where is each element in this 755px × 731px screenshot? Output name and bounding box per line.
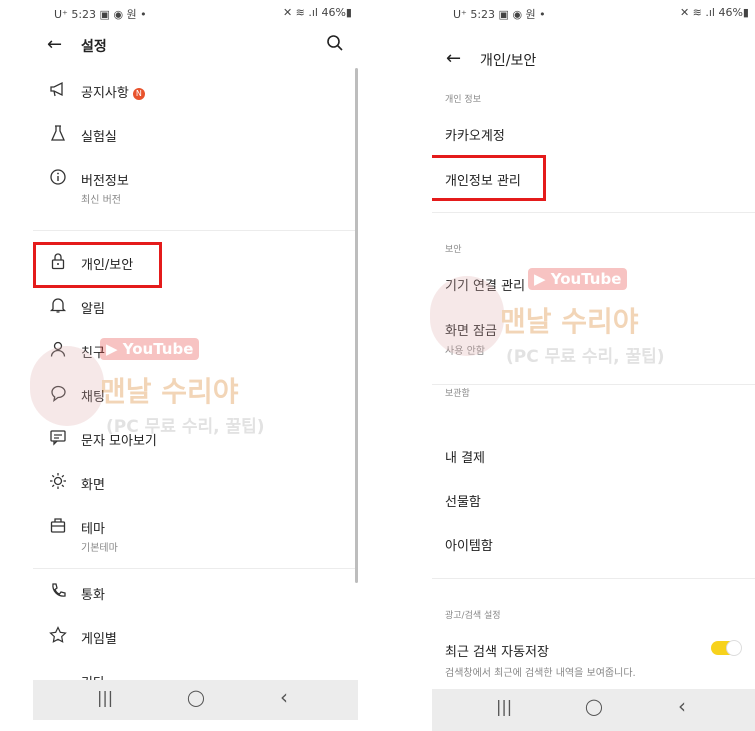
nav-back-button[interactable]: ‹	[280, 685, 288, 709]
menu-item-label: 통화	[81, 588, 105, 603]
section-security: 보안	[445, 245, 462, 255]
section-personal: 개인 정보	[445, 95, 481, 105]
back-arrow-icon[interactable]: ←	[47, 34, 62, 55]
menu-item-version[interactable]: 버전정보 최신 버전	[33, 160, 358, 210]
status-right: ✕ ≋ .ıl 46%▮	[282, 6, 352, 19]
menu-item-games[interactable]: 게임별	[33, 618, 358, 658]
status-left: U⁺ 5:23 ▣ ◉ 원 •	[453, 8, 546, 21]
status-bar: U⁺ 5:23 ▣ ◉ 원 • ✕ ≋ .ıl 46%▮	[33, 6, 358, 24]
divider	[432, 212, 755, 213]
page-title: 설정	[81, 39, 107, 55]
my-payment-item[interactable]: 내 결제	[445, 447, 485, 466]
menu-item-sublabel: 최신 버전	[81, 195, 121, 206]
menu-item-messages[interactable]: 문자 모아보기	[33, 420, 358, 460]
status-left: U⁺ 5:23 ▣ ◉ 원 •	[54, 8, 147, 21]
screen-lock-item[interactable]: 화면 잠금	[445, 320, 497, 339]
status-right: ✕ ≋ .ıl 46%▮	[679, 6, 749, 19]
divider	[432, 578, 755, 579]
menu-item-chat[interactable]: 채팅	[33, 376, 358, 416]
menu-item-label: 실험실	[81, 130, 117, 145]
scrollbar[interactable]	[355, 68, 358, 583]
section-storage: 보관함	[445, 389, 470, 399]
device-manage-item[interactable]: 기기 연결 관리	[445, 275, 525, 294]
item-box-item[interactable]: 아이템함	[445, 535, 493, 554]
menu-item-call[interactable]: 통화	[33, 574, 358, 614]
bell-icon	[47, 296, 69, 318]
status-bar: U⁺ 5:23 ▣ ◉ 원 • ✕ ≋ .ıl 46%▮	[432, 6, 755, 24]
page-title: 개인/보안	[480, 53, 537, 69]
chat-icon	[47, 384, 69, 406]
menu-item-label: 화면	[81, 478, 105, 493]
theme-icon	[47, 516, 69, 538]
person-icon	[47, 340, 69, 362]
menu-item-friends[interactable]: 친구	[33, 332, 358, 372]
header: ← 개인/보안	[432, 44, 755, 76]
privacy-security-panel: U⁺ 5:23 ▣ ◉ 원 • ✕ ≋ .ıl 46%▮ ← 개인/보안 개인 …	[432, 0, 755, 731]
menu-item-label: 테마	[81, 522, 105, 537]
auto-save-toggle[interactable]	[711, 640, 742, 656]
home-button[interactable]: ◯	[585, 697, 603, 716]
recent-apps-button[interactable]: |||	[97, 688, 113, 707]
sun-icon	[47, 472, 69, 494]
message-icon	[47, 428, 69, 450]
menu-item-label: 알림	[81, 302, 105, 317]
header: ← 설정	[33, 30, 358, 62]
menu-item-label: 버전정보	[81, 174, 129, 189]
kakao-account-item[interactable]: 카카오계정	[445, 125, 505, 144]
settings-panel: U⁺ 5:23 ▣ ◉ 원 • ✕ ≋ .ıl 46%▮ ← 설정 공지사항 N …	[33, 0, 358, 720]
megaphone-icon	[47, 80, 69, 102]
home-button[interactable]: ◯	[187, 688, 205, 707]
recent-apps-button[interactable]: |||	[496, 697, 512, 716]
divider	[33, 568, 358, 569]
highlight-box	[33, 242, 162, 288]
divider	[432, 384, 755, 385]
nav-back-button[interactable]: ‹	[678, 694, 686, 718]
menu-item-label: 공지사항 N	[81, 82, 145, 101]
search-icon[interactable]	[326, 34, 344, 52]
gift-box-item[interactable]: 선물함	[445, 491, 481, 510]
back-arrow-icon[interactable]: ←	[446, 48, 461, 69]
menu-item-theme[interactable]: 테마 기본테마	[33, 508, 358, 558]
highlight-box	[432, 155, 546, 201]
menu-item-notice[interactable]: 공지사항 N	[33, 72, 358, 112]
divider	[33, 230, 358, 231]
info-icon	[47, 168, 69, 190]
phone-icon	[47, 582, 69, 604]
menu-item-label: 친구	[81, 346, 105, 361]
system-navbar: ||| ◯ ‹	[432, 689, 755, 731]
menu-item-screen[interactable]: 화면	[33, 464, 358, 504]
star-icon	[47, 626, 69, 648]
flask-icon	[47, 124, 69, 146]
auto-save-item: 최근 검색 자동저장	[445, 645, 549, 660]
new-badge: N	[132, 88, 145, 100]
menu-item-notifications[interactable]: 알림	[33, 288, 358, 328]
menu-item-sublabel: 기본테마	[81, 543, 118, 554]
menu-item-label: 게임별	[81, 632, 117, 647]
section-ads: 광고/검색 설정	[445, 611, 501, 621]
screen-lock-status: 사용 안함	[445, 346, 485, 357]
system-navbar: ||| ◯ ‹	[33, 680, 358, 720]
menu-item-lab[interactable]: 실험실	[33, 116, 358, 156]
auto-save-desc: 검색창에서 최근에 검색한 내역을 보여줍니다.	[445, 668, 636, 679]
menu-item-label: 채팅	[81, 390, 105, 405]
menu-item-label: 문자 모아보기	[81, 434, 157, 449]
